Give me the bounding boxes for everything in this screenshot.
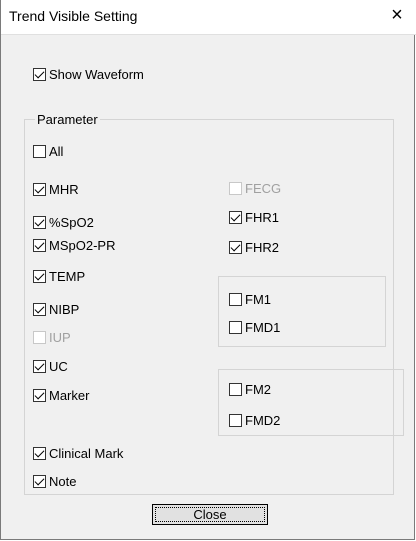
marker-label: Marker — [49, 387, 90, 403]
checkbox-box[interactable] — [229, 240, 242, 254]
checkbox-box[interactable] — [229, 320, 242, 334]
fhr1-label: FHR1 — [245, 209, 279, 225]
fmd2-checkbox[interactable]: FMD2 — [229, 412, 280, 428]
checkbox-box[interactable] — [33, 359, 46, 373]
clinical-mark-checkbox[interactable]: Clinical Mark — [33, 445, 123, 461]
checkbox-box[interactable] — [229, 382, 242, 396]
checkbox-box[interactable] — [229, 413, 242, 427]
title-bar: Trend Visible Setting × — [1, 0, 416, 35]
show-waveform-label: Show Waveform — [49, 66, 144, 82]
mspo2-pr-label: MSpO2-PR — [49, 237, 116, 253]
trend-visible-dialog: Trend Visible Setting × Show Waveform Pa… — [0, 0, 416, 540]
nibp-checkbox[interactable]: NIBP — [33, 301, 79, 317]
checkbox-box — [33, 330, 46, 344]
close-button[interactable]: Close — [152, 504, 268, 525]
checkbox-box[interactable] — [33, 474, 46, 488]
fm1-label: FM1 — [245, 291, 271, 307]
all-checkbox[interactable]: All — [33, 143, 63, 159]
checkbox-box[interactable] — [33, 302, 46, 316]
fm2-label: FM2 — [245, 381, 271, 397]
fecg-checkbox: FECG — [229, 180, 281, 196]
fmd1-label: FMD1 — [245, 319, 281, 335]
fmd1-checkbox[interactable]: FMD1 — [229, 319, 280, 335]
fhr1-checkbox[interactable]: FHR1 — [229, 209, 279, 225]
mspo2-pr-checkbox[interactable]: MSpO2-PR — [33, 237, 115, 253]
checkbox-box[interactable] — [33, 388, 46, 402]
fm2-checkbox[interactable]: FM2 — [229, 381, 271, 397]
clinical-mark-label: Clinical Mark — [49, 445, 124, 461]
checkbox-box[interactable] — [33, 446, 46, 460]
checkbox-box[interactable] — [229, 210, 242, 224]
checkbox-box[interactable] — [33, 269, 46, 283]
spo2-label: %SpO2 — [49, 214, 94, 230]
dialog-title: Trend Visible Setting — [9, 8, 138, 24]
fm1-group — [218, 276, 386, 347]
note-label: Note — [49, 473, 77, 489]
spo2-checkbox[interactable]: %SpO2 — [33, 214, 94, 230]
mhr-checkbox[interactable]: MHR — [33, 181, 79, 197]
iup-label: IUP — [49, 329, 71, 345]
fm1-checkbox[interactable]: FM1 — [229, 291, 271, 307]
checkbox-box — [229, 181, 242, 195]
fecg-label: FECG — [245, 180, 282, 196]
checkbox-box[interactable] — [33, 238, 46, 252]
nibp-label: NIBP — [49, 301, 80, 317]
fhr2-checkbox[interactable]: FHR2 — [229, 239, 279, 255]
fmd2-label: FMD2 — [245, 412, 281, 428]
uc-checkbox[interactable]: UC — [33, 358, 68, 374]
checkbox-box[interactable] — [33, 67, 46, 81]
checkbox-box[interactable] — [33, 144, 46, 158]
iup-checkbox: IUP — [33, 329, 71, 345]
temp-label: TEMP — [49, 268, 86, 284]
close-icon[interactable]: × — [385, 3, 409, 27]
fhr2-label: FHR2 — [245, 239, 279, 255]
note-checkbox[interactable]: Note — [33, 473, 76, 489]
marker-checkbox[interactable]: Marker — [33, 387, 89, 403]
mhr-label: MHR — [49, 181, 79, 197]
uc-label: UC — [49, 358, 68, 374]
checkbox-box[interactable] — [33, 215, 46, 229]
temp-checkbox[interactable]: TEMP — [33, 268, 85, 284]
checkbox-box[interactable] — [33, 182, 46, 196]
parameter-group-title: Parameter — [35, 112, 100, 127]
show-waveform-checkbox[interactable]: Show Waveform — [33, 66, 144, 82]
checkbox-box[interactable] — [229, 292, 242, 306]
all-label: All — [49, 143, 64, 159]
